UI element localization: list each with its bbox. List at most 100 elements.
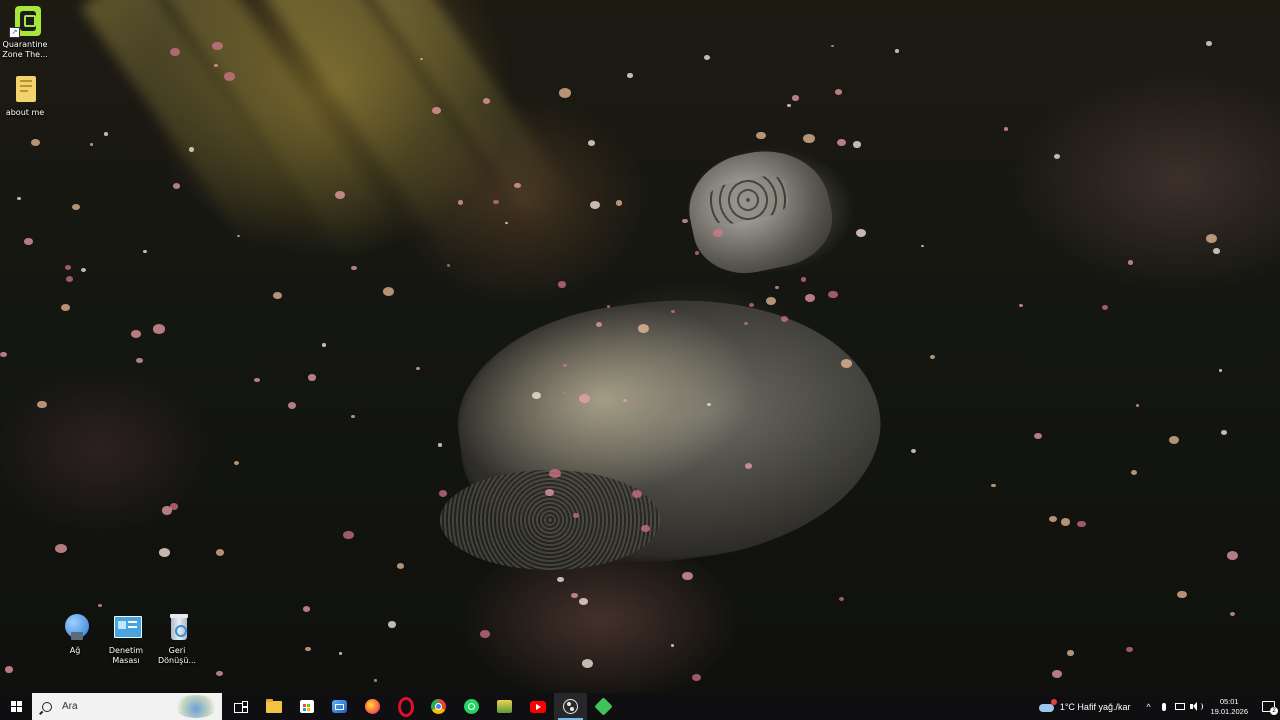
wallpaper-flower	[831, 44, 835, 48]
wallpaper-flower	[1229, 611, 1235, 616]
wallpaper-flower	[287, 401, 297, 409]
wallpaper-flower	[4, 666, 14, 674]
microphone-icon[interactable]	[1156, 693, 1172, 720]
taskbar-task-view[interactable]	[224, 693, 257, 720]
taskbar-file-explorer[interactable]	[257, 693, 290, 720]
wallpaper-flower	[254, 377, 260, 383]
wallpaper-flower	[765, 297, 776, 305]
wallpaper-flower	[1019, 303, 1024, 307]
desktop-icon-network[interactable]: Ağ	[50, 612, 100, 656]
desktop-icon-control-panel[interactable]: Denetim Masası	[101, 612, 151, 666]
wallpaper-flower	[1052, 670, 1063, 678]
wallpaper-flower	[804, 293, 816, 303]
chrome-icon	[431, 699, 446, 714]
wallpaper-flower	[910, 449, 916, 454]
taskbar-firefox[interactable]	[356, 693, 389, 720]
show-hidden-icons-chevron-icon[interactable]: ^	[1140, 693, 1156, 720]
wallpaper-flower	[215, 549, 225, 556]
wallpaper-flower	[65, 276, 73, 282]
quarantine-zone-game-icon: ↗	[9, 6, 41, 38]
wallpaper-flower	[136, 357, 143, 364]
wallpaper-flower	[64, 265, 71, 271]
wallpaper-flower	[838, 596, 844, 601]
wallpaper-flower	[89, 143, 94, 147]
wallpaper-flower	[834, 89, 843, 95]
desktop-icon-label: about me	[5, 108, 45, 117]
desktop-icon-about-me[interactable]: about me	[0, 74, 50, 118]
whatsapp-icon	[464, 699, 479, 714]
wallpaper-flower	[786, 103, 791, 107]
clock-time: 05:01	[1219, 696, 1239, 706]
wallpaper-flower	[1177, 590, 1187, 599]
wallpaper-flower	[1101, 305, 1109, 311]
search-placeholder: Ara	[62, 701, 78, 712]
notification-count-badge: 2	[1270, 707, 1278, 715]
wallpaper-flower	[54, 543, 67, 554]
app-icon	[497, 700, 512, 713]
wallpaper-flower	[856, 229, 867, 238]
taskbar-chrome[interactable]	[422, 693, 455, 720]
wallpaper-flower	[273, 291, 283, 300]
wallpaper-flower	[990, 483, 996, 488]
wallpaper-flower	[1205, 234, 1217, 244]
taskbar-game-app[interactable]	[587, 693, 620, 720]
wallpaper-flower	[748, 302, 755, 308]
desktop-icon-label: Ağ	[69, 646, 81, 655]
wallpaper-flower	[30, 138, 41, 147]
wallpaper-flower	[170, 503, 179, 510]
wallpaper-flower	[615, 200, 623, 206]
wallpaper-flower	[894, 49, 899, 53]
store-icon	[299, 700, 314, 713]
desktop-icon-label: Quarantine Zone The...	[2, 40, 48, 59]
wallpaper-flower	[322, 343, 326, 347]
wallpaper-flower	[350, 265, 357, 271]
desktop-icon-recycle-bin[interactable]: Geri Dönüşü...	[152, 612, 202, 666]
start-button[interactable]	[0, 693, 32, 720]
wallpaper-flower	[1206, 41, 1213, 46]
wallpaper-flower	[158, 547, 170, 557]
taskbar-microsoft-store[interactable]	[290, 693, 323, 720]
taskbar-whatsapp[interactable]	[455, 693, 488, 720]
wallpaper-flower	[744, 462, 753, 469]
wallpaper-flower	[17, 197, 22, 201]
search-highlight-image	[174, 695, 218, 718]
taskbar-opera[interactable]	[389, 693, 422, 720]
desktop-icon-quarantine-zone[interactable]: ↗ Quarantine Zone The...	[0, 6, 50, 60]
youtube-icon	[529, 700, 546, 713]
wallpaper-flower	[682, 571, 693, 581]
wallpaper-flower	[103, 132, 109, 136]
wallpaper-flower	[920, 244, 924, 248]
system-tray: 1°C Hafif yağ./kar ^ 05:01 19.01.2026 2	[1038, 693, 1280, 720]
wallpaper-flower	[1128, 260, 1134, 265]
taskbar-app-yellow[interactable]	[488, 693, 521, 720]
wallpaper-flower	[557, 576, 565, 583]
recycle-bin-icon	[161, 612, 193, 644]
wallpaper-flower	[1226, 551, 1239, 561]
wallpaper-flower	[681, 218, 688, 224]
wallpaper-flower	[803, 133, 815, 143]
action-center-button[interactable]: 2	[1256, 693, 1280, 720]
wallpaper-flower	[1218, 369, 1222, 372]
wallpaper-flower	[153, 324, 165, 334]
taskbar-obs[interactable]	[554, 693, 587, 720]
wallpaper-flower	[840, 359, 852, 369]
wallpaper-flower	[1213, 247, 1220, 254]
search-icon	[42, 701, 52, 712]
wallpaper-flower	[579, 598, 588, 605]
wallpaper-flower	[216, 670, 224, 677]
wallpaper-flower	[303, 605, 311, 612]
windows-logo-icon	[10, 701, 22, 712]
wallpaper-flower	[1067, 650, 1074, 656]
taskbar-mail[interactable]	[323, 693, 356, 720]
network-icon[interactable]	[1172, 693, 1188, 720]
wallpaper-flower	[504, 221, 508, 225]
wallpaper-flower	[24, 238, 33, 246]
task-view-icon	[233, 700, 248, 713]
volume-icon[interactable]	[1188, 693, 1204, 720]
taskbar-search-box[interactable]: Ara	[32, 693, 222, 720]
taskbar-clock[interactable]: 05:01 19.01.2026	[1210, 697, 1248, 717]
knight-chainmail	[440, 470, 660, 570]
taskbar-youtube[interactable]	[521, 693, 554, 720]
weather-widget[interactable]: 1°C Hafif yağ./kar	[1038, 698, 1130, 713]
wallpaper-flower	[1126, 646, 1133, 652]
